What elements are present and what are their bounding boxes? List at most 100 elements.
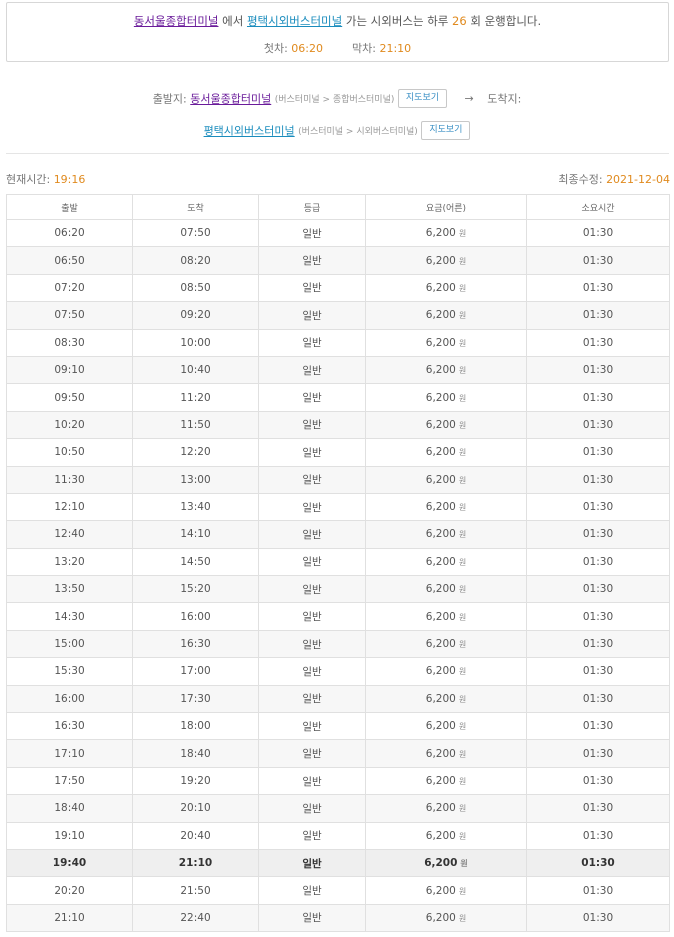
duration-cell: 01:30 bbox=[526, 492, 670, 522]
departure-time: 19:10 bbox=[54, 829, 85, 842]
departure-time-cell: 10:20 bbox=[6, 410, 133, 440]
departure-time-cell: 19:40 bbox=[6, 848, 133, 878]
timetable: 출발 도착 등급 요금(어른) 소요시간 06:20 07:50 일반 6,200 원 0… bbox=[6, 194, 670, 933]
duration: 01:30 bbox=[582, 281, 614, 294]
departure-time: 15:00 bbox=[54, 638, 85, 651]
table-row: 20:20 21:50 일반 6,200 원 01:30 bbox=[6, 876, 670, 905]
fare: 6,200 bbox=[425, 638, 456, 651]
fare: 6,200 bbox=[425, 391, 456, 404]
bus-grade: 일반 bbox=[302, 748, 322, 761]
departure-map-button[interactable]: 지도보기 bbox=[397, 89, 448, 108]
bus-grade: 일반 bbox=[302, 392, 322, 405]
fare: 6,200 bbox=[425, 775, 456, 787]
arrival-time: 09:20 bbox=[180, 309, 211, 322]
bus-grade-cell: 일반 bbox=[258, 876, 366, 905]
arrival-time-cell: 12:20 bbox=[132, 438, 259, 467]
currency-unit: 원 bbox=[458, 420, 467, 430]
duration: 01:30 bbox=[582, 446, 614, 459]
departure-time: 08:30 bbox=[54, 336, 85, 349]
departure-time-cell: 16:00 bbox=[6, 684, 133, 714]
bus-grade-cell: 일반 bbox=[258, 355, 366, 385]
departure-time-cell: 10:50 bbox=[6, 438, 133, 467]
duration: 01:30 bbox=[582, 501, 614, 514]
table-row: 21:10 22:40 일반 6,200 원 01:30 bbox=[6, 903, 670, 933]
table-row: 07:20 08:50 일반 6,200 원 01:30 bbox=[6, 273, 670, 303]
fare: 6,200 bbox=[425, 309, 456, 322]
bus-grade-cell: 일반 bbox=[258, 438, 366, 467]
duration: 01:30 bbox=[582, 336, 614, 349]
arrival-time-cell: 10:40 bbox=[132, 355, 259, 385]
header-grade: 등급 bbox=[258, 194, 366, 220]
departure-time-cell: 09:50 bbox=[6, 383, 133, 412]
bus-grade: 일반 bbox=[302, 282, 322, 295]
departure-time: 17:10 bbox=[54, 747, 85, 760]
origin-terminal-link[interactable]: 동서울종합터미널 bbox=[134, 14, 219, 28]
arrival-time: 16:30 bbox=[180, 638, 211, 651]
duration-cell: 01:30 bbox=[526, 438, 670, 467]
first-bus-label: 첫차: bbox=[263, 42, 288, 55]
table-row: 17:50 19:20 일반 6,200 원 01:30 bbox=[6, 766, 670, 796]
table-row: 15:00 16:30 일반 6,200 원 01:30 bbox=[6, 629, 670, 659]
table-row: 07:50 09:20 일반 6,200 원 01:30 bbox=[6, 301, 670, 330]
bus-grade-cell: 일반 bbox=[258, 328, 366, 357]
duration: 01:30 bbox=[582, 528, 614, 541]
bus-grade: 일반 bbox=[302, 775, 322, 788]
departure-time-cell: 18:40 bbox=[6, 794, 133, 823]
arrival-time: 18:00 bbox=[180, 720, 211, 733]
arrival-time-cell: 16:00 bbox=[132, 602, 259, 631]
duration: 01:30 bbox=[582, 555, 614, 568]
currency-unit: 원 bbox=[458, 338, 467, 348]
departure-time-cell: 13:50 bbox=[6, 575, 133, 604]
arrival-time: 15:20 bbox=[180, 583, 211, 596]
bus-grade: 일반 bbox=[302, 227, 322, 240]
bus-grade: 일반 bbox=[302, 720, 322, 733]
destination-terminal-link[interactable]: 평택시외버스터미널 bbox=[247, 14, 342, 28]
arrival-time: 08:20 bbox=[180, 254, 211, 267]
departure-time: 18:40 bbox=[54, 802, 85, 815]
duration: 01:30 bbox=[582, 254, 614, 267]
departure-time-cell: 21:10 bbox=[6, 903, 133, 933]
fare-cell: 6,200 원 bbox=[365, 246, 527, 275]
departure-time-cell: 08:30 bbox=[6, 328, 133, 357]
fare-cell: 6,200 원 bbox=[365, 766, 527, 796]
arrival-time: 21:50 bbox=[180, 884, 211, 897]
currency-unit: 원 bbox=[458, 283, 467, 293]
departure-time: 17:50 bbox=[54, 775, 85, 787]
fare-cell: 6,200 원 bbox=[365, 218, 527, 248]
duration: 01:30 bbox=[582, 610, 614, 623]
table-row: 12:40 14:10 일반 6,200 원 01:30 bbox=[6, 520, 670, 549]
table-row: 15:30 17:00 일반 6,200 원 01:30 bbox=[6, 657, 670, 686]
departure-time-cell: 12:10 bbox=[6, 492, 133, 522]
table-row: 19:10 20:40 일반 6,200 원 01:30 bbox=[6, 821, 670, 850]
duration-cell: 01:30 bbox=[526, 575, 670, 604]
arrival-time: 20:10 bbox=[180, 802, 211, 815]
arrival-map-button[interactable]: 지도보기 bbox=[421, 121, 471, 140]
duration-cell: 01:30 bbox=[526, 876, 670, 905]
departure-time: 21:10 bbox=[54, 911, 85, 924]
arrival-time-cell: 14:50 bbox=[132, 547, 259, 577]
header-fare: 요금(어른) bbox=[365, 194, 527, 220]
bus-grade: 일반 bbox=[302, 446, 322, 459]
arrival-time: 14:50 bbox=[180, 555, 211, 568]
arrival-time: 11:50 bbox=[180, 418, 211, 431]
departure-terminal-link[interactable]: 동서울종합터미널 bbox=[190, 93, 271, 106]
duration-cell: 01:30 bbox=[526, 821, 670, 850]
bus-grade-cell: 일반 bbox=[258, 520, 366, 549]
arrival-terminal-link[interactable]: 평택시외버스터미널 bbox=[204, 125, 295, 138]
bus-grade-cell: 일반 bbox=[258, 465, 366, 494]
table-row: 16:00 17:30 일반 6,200 원 01:30 bbox=[6, 684, 670, 714]
duration-cell: 01:30 bbox=[526, 629, 670, 659]
currency-unit: 원 bbox=[458, 557, 467, 567]
arrival-time-cell: 15:20 bbox=[132, 575, 259, 604]
arrival-time: 18:40 bbox=[180, 747, 211, 760]
fare: 6,200 bbox=[425, 254, 456, 267]
currency-unit: 원 bbox=[458, 667, 467, 677]
departure-time: 13:20 bbox=[54, 555, 85, 568]
departure-path: (버스터미널 > 종합버스터미널) bbox=[274, 95, 395, 105]
departure-time: 15:30 bbox=[54, 665, 85, 678]
currency-unit: 원 bbox=[458, 694, 467, 704]
table-row: 17:10 18:40 일반 6,200 원 01:30 bbox=[6, 739, 670, 768]
duration-cell: 01:30 bbox=[526, 218, 670, 248]
arrival-time-cell: 20:10 bbox=[132, 794, 259, 823]
departure-label: 출발지: bbox=[152, 92, 187, 106]
